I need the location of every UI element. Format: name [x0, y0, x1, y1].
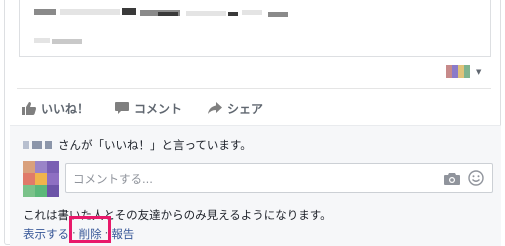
- blurred-text: [242, 10, 262, 15]
- separator: ·: [72, 226, 76, 240]
- post-actions: いいね！ コメント シェア: [22, 98, 289, 118]
- speech-bubble-icon: [115, 101, 130, 114]
- blurred-text: [122, 8, 136, 15]
- blurred-name[interactable]: [23, 141, 29, 149]
- comment-links: 表示する · 削除 · 報告: [23, 226, 134, 242]
- report-link[interactable]: 報告: [111, 226, 134, 242]
- blurred-text: [34, 38, 50, 43]
- camera-icon[interactable]: [444, 172, 460, 185]
- delete-link[interactable]: 削除: [79, 226, 102, 242]
- blurred-text: [60, 9, 120, 15]
- shared-content-preview[interactable]: [19, 0, 491, 57]
- privacy-notice: これは書いた人とその友達からのみ見えるようになります。: [23, 208, 332, 222]
- smiley-icon[interactable]: [468, 170, 484, 186]
- share-arrow-icon: [208, 101, 223, 114]
- share-button[interactable]: シェア: [208, 100, 263, 117]
- share-label: シェア: [227, 101, 264, 116]
- blurred-text: [158, 12, 178, 16]
- blurred-name[interactable]: [32, 141, 42, 149]
- blurred-text: [228, 12, 238, 16]
- show-link[interactable]: 表示する: [23, 226, 69, 242]
- thumbs-up-icon: [22, 101, 36, 115]
- divider: [17, 88, 491, 89]
- likes-summary-text: さんが「いいね！」と言っています。: [58, 138, 252, 152]
- blurred-text: [268, 12, 288, 17]
- comment-placeholder: コメントする...: [73, 172, 153, 186]
- comment-button[interactable]: コメント: [115, 100, 182, 117]
- likes-summary: さんが「いいね！」と言っています。: [23, 137, 252, 153]
- separator: ·: [104, 226, 109, 240]
- post-card: ▼ いいね！ コメント シェア さんが「いいね！」と言っています。 コメントする…: [4, 0, 501, 246]
- comment-label: コメント: [134, 101, 183, 116]
- blurred-name[interactable]: [45, 141, 52, 149]
- like-label: いいね！: [41, 101, 90, 116]
- comment-input[interactable]: コメントする...: [65, 163, 493, 193]
- comments-section: さんが「いいね！」と言っています。 コメントする... これは書いた人とその友達…: [10, 125, 501, 246]
- blurred-text: [52, 39, 82, 44]
- like-button[interactable]: いいね！: [22, 100, 89, 117]
- reaction-avatar-icon[interactable]: [446, 65, 470, 78]
- avatar[interactable]: [23, 161, 59, 197]
- blurred-text: [186, 11, 226, 16]
- blurred-text: [34, 9, 56, 15]
- chevron-down-icon[interactable]: ▼: [476, 68, 481, 76]
